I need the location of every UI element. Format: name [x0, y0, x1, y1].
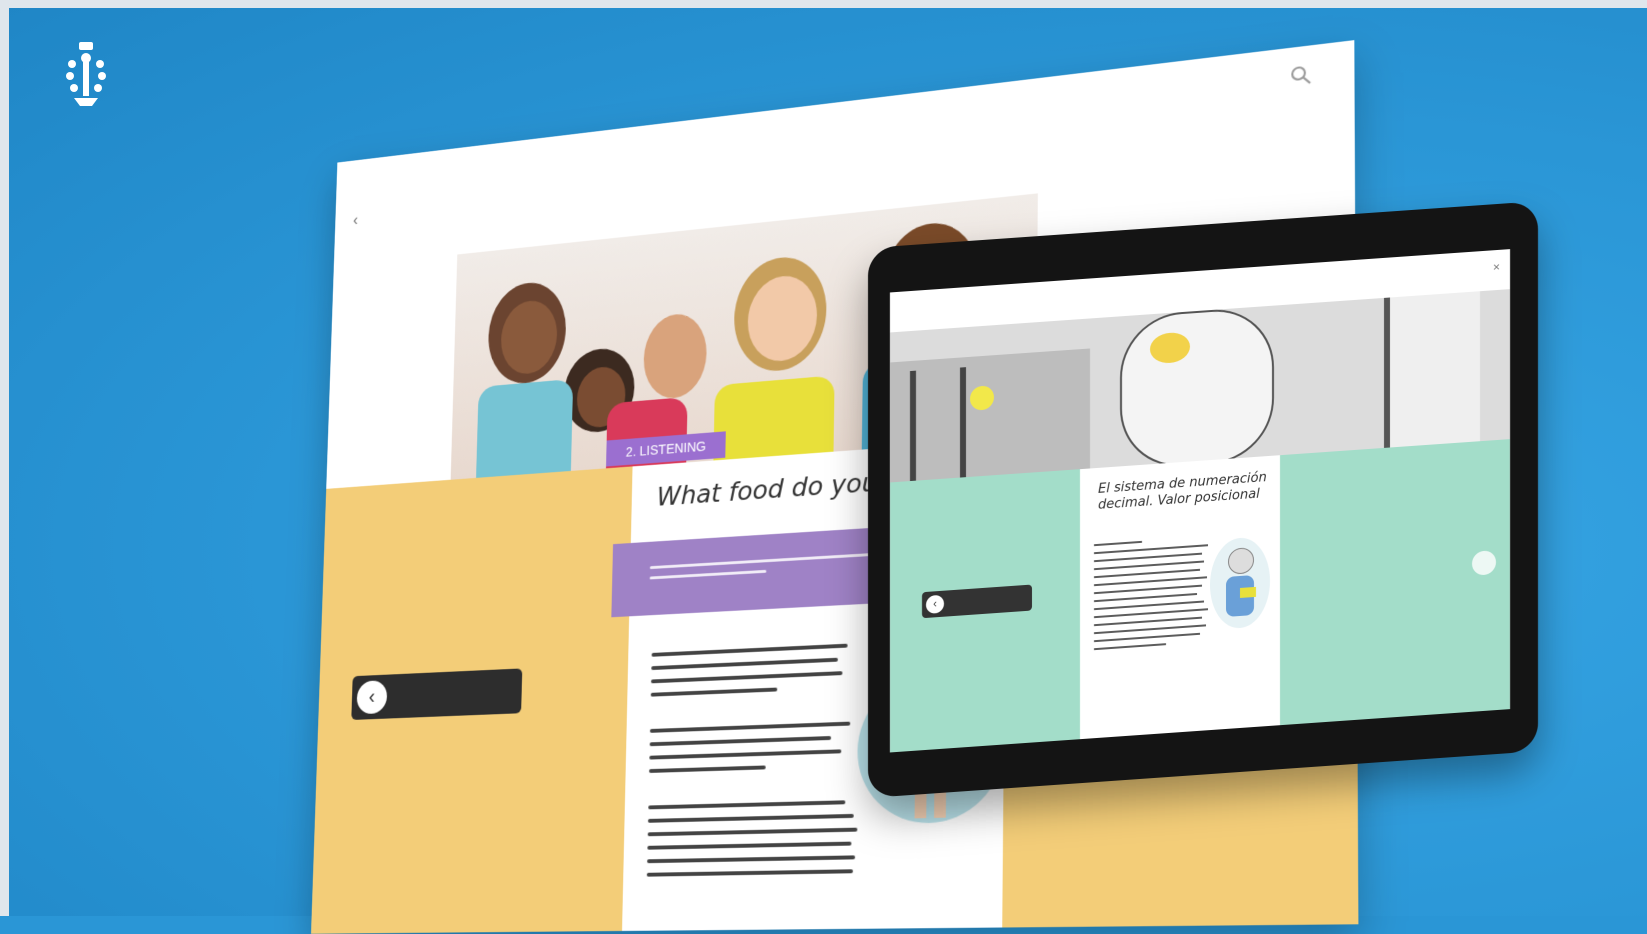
chevron-left-icon: ‹: [356, 680, 388, 715]
tablet-lesson-content: El sistema de numeración decimal. Valor …: [1080, 455, 1280, 740]
close-icon[interactable]: ×: [1493, 260, 1500, 274]
desktop-header: ‹: [334, 40, 1355, 242]
tablet-screen: × El sistema de numeración decimal. Valo…: [890, 249, 1510, 753]
top-border: [0, 0, 1647, 8]
search-icon[interactable]: [1289, 63, 1312, 87]
tablet-mockup: × El sistema de numeración decimal. Valo…: [868, 201, 1538, 798]
left-border: [0, 0, 9, 916]
tablet-illustration: [1210, 526, 1270, 650]
crest-icon: [66, 42, 106, 106]
tablet-paragraphs: [1094, 530, 1214, 656]
lesson-paragraphs: [646, 633, 865, 886]
previous-button[interactable]: ‹: [351, 668, 523, 720]
back-arrow-icon[interactable]: ‹: [353, 211, 358, 230]
chevron-left-icon: ‹: [926, 594, 944, 614]
tablet-lesson-title: El sistema de numeración decimal. Valor …: [1098, 470, 1267, 513]
